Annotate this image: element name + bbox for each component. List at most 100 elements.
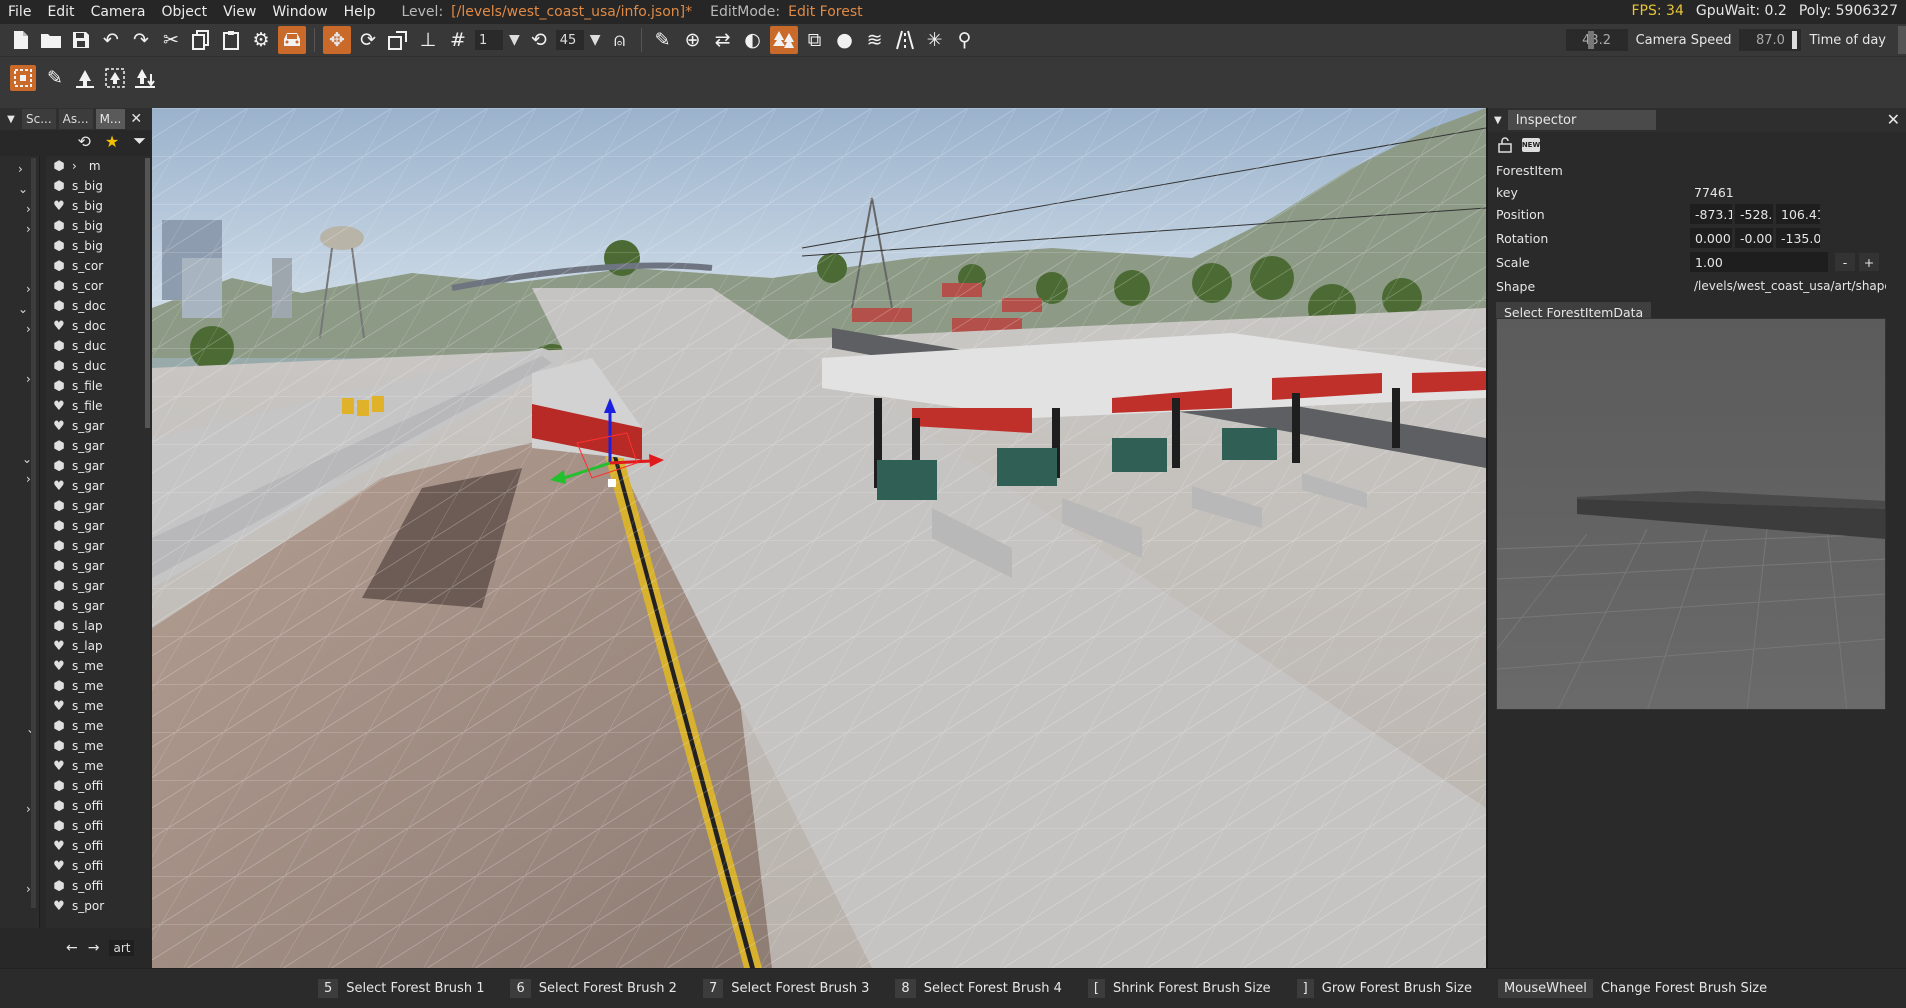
paste-icon[interactable] bbox=[216, 25, 246, 55]
copy-icon[interactable] bbox=[186, 25, 216, 55]
open-folder-icon[interactable] bbox=[36, 25, 66, 55]
list-item[interactable]: ⬢ s_cor bbox=[46, 276, 150, 296]
decal-icon[interactable]: ● bbox=[830, 25, 860, 55]
tab-assets[interactable]: As... bbox=[58, 109, 93, 129]
list-item[interactable]: ⬢ s_gar bbox=[46, 576, 150, 596]
list-item[interactable]: ♥ s_offi bbox=[46, 836, 150, 856]
scale-field[interactable]: 1.00 bbox=[1690, 252, 1828, 272]
rotation-snap-dropdown-icon[interactable]: ▼ bbox=[590, 32, 601, 48]
road-edit-icon[interactable]: ⇄ bbox=[708, 25, 738, 55]
redo-icon[interactable]: ↷ bbox=[126, 25, 156, 55]
cut-icon[interactable]: ✂ bbox=[156, 25, 186, 55]
position-y-field[interactable]: -528.2 bbox=[1735, 204, 1773, 224]
rotate-gizmo-icon[interactable]: ⟳ bbox=[353, 25, 383, 55]
list-item[interactable]: ♥ s_doc bbox=[46, 316, 150, 336]
list-item[interactable]: ♥ s_por bbox=[46, 896, 150, 916]
list-item[interactable]: ♥ s_gar bbox=[46, 416, 150, 436]
new-file-icon[interactable] bbox=[6, 25, 36, 55]
list-item[interactable]: ♥ s_me bbox=[46, 696, 150, 716]
list-item[interactable]: ♥ s_file bbox=[46, 396, 150, 416]
scale-decrement-button[interactable]: - bbox=[1835, 253, 1855, 271]
collapse-arrow-icon[interactable]: ⌄ bbox=[18, 302, 28, 316]
grid-snap-icon[interactable]: # bbox=[443, 25, 473, 55]
rotation-snap-value[interactable]: 45 bbox=[555, 30, 584, 50]
history-icon[interactable]: ⟲ bbox=[77, 132, 90, 151]
list-scrollbar[interactable] bbox=[145, 158, 150, 428]
paint-brush-icon[interactable]: ✎ bbox=[40, 63, 70, 93]
list-item[interactable]: ⬢ s_gar bbox=[46, 436, 150, 456]
world-local-axis-icon[interactable]: ⊥ bbox=[413, 25, 443, 55]
river-icon[interactable]: ≋ bbox=[860, 25, 890, 55]
align-to-ground-icon[interactable] bbox=[130, 63, 160, 93]
vehicle-icon[interactable] bbox=[278, 26, 306, 54]
grid-snap-dropdown-icon[interactable]: ▼ bbox=[509, 32, 520, 48]
list-item[interactable]: ⬢ s_big bbox=[46, 236, 150, 256]
list-item[interactable]: ⬢ s_gar bbox=[46, 536, 150, 556]
list-item[interactable]: ⬢ s_doc bbox=[46, 296, 150, 316]
tab-meshes[interactable]: M... bbox=[95, 109, 126, 129]
list-item[interactable]: ⬢ s_offi bbox=[46, 816, 150, 836]
erase-tree-icon[interactable] bbox=[70, 63, 100, 93]
bicycle-icon[interactable]: ⚲ bbox=[950, 25, 980, 55]
scale-gizmo-icon[interactable] bbox=[383, 25, 413, 55]
collapse-arrow-icon[interactable]: ⌄ bbox=[18, 182, 28, 196]
lock-icon[interactable] bbox=[1496, 136, 1514, 154]
expand-arrow-icon[interactable]: › bbox=[18, 162, 23, 176]
grid-snap-value[interactable]: 1 bbox=[475, 30, 503, 50]
time-of-day-slider[interactable]: 87.0 bbox=[1739, 29, 1802, 51]
list-item[interactable]: ♥ s_big bbox=[46, 196, 150, 216]
list-item[interactable]: ♥ s_me bbox=[46, 656, 150, 676]
list-item[interactable]: ⬢ s_offi bbox=[46, 876, 150, 896]
save-icon[interactable] bbox=[66, 25, 96, 55]
position-z-field[interactable]: 106.41 bbox=[1776, 204, 1820, 224]
list-item[interactable]: ⬢ s_file bbox=[46, 376, 150, 396]
list-item[interactable]: ⬢ s_me bbox=[46, 736, 150, 756]
menu-edit[interactable]: Edit bbox=[39, 4, 82, 20]
list-item[interactable]: ⬢ s_gar bbox=[46, 556, 150, 576]
panel-menu-chevron-icon[interactable]: ▼ bbox=[0, 114, 22, 125]
pencil-edit-icon[interactable]: ✎ bbox=[648, 25, 678, 55]
list-item[interactable]: ⬢ s_gar bbox=[46, 456, 150, 476]
layers-icon[interactable]: ⧉ bbox=[800, 25, 830, 55]
list-item[interactable]: ⬢ s_offi bbox=[46, 776, 150, 796]
list-item[interactable]: ⬢ s_gar bbox=[46, 516, 150, 536]
path-search-input[interactable]: art bbox=[109, 940, 135, 956]
list-item[interactable]: ⬢ s_cor bbox=[46, 256, 150, 276]
add-object-icon[interactable]: ⊕ bbox=[678, 25, 708, 55]
close-icon[interactable]: ✕ bbox=[130, 111, 142, 127]
position-x-field[interactable]: -873.1 bbox=[1690, 204, 1732, 224]
terrain-paint-icon[interactable]: ◐ bbox=[738, 25, 768, 55]
list-item[interactable]: ♥ s_lap bbox=[46, 636, 150, 656]
tab-scene[interactable]: Sc... bbox=[22, 109, 56, 129]
menu-camera[interactable]: Camera bbox=[83, 4, 154, 20]
list-item[interactable]: ⬢ s_duc bbox=[46, 356, 150, 376]
rotation-x-field[interactable]: 0.000 bbox=[1690, 228, 1732, 248]
environment-icon[interactable]: ✳ bbox=[920, 25, 950, 55]
settings-gear-icon[interactable]: ⚙ bbox=[246, 25, 276, 55]
menu-file[interactable]: File bbox=[0, 4, 39, 20]
list-item[interactable]: ⬢ s_gar bbox=[46, 496, 150, 516]
panel-menu-chevron-icon[interactable]: ▼ bbox=[1494, 115, 1502, 126]
close-icon[interactable]: ✕ bbox=[1887, 110, 1900, 129]
expand-arrow-icon[interactable]: › bbox=[72, 159, 77, 173]
select-tool-icon[interactable] bbox=[10, 65, 36, 91]
list-item[interactable]: ⬢ s_offi bbox=[46, 796, 150, 816]
rotation-z-field[interactable]: -135.0 bbox=[1776, 228, 1820, 248]
list-item[interactable]: ⬢ s_gar bbox=[46, 596, 150, 616]
tree-scrollbar[interactable] bbox=[31, 158, 36, 908]
scale-increment-button[interactable]: + bbox=[1859, 253, 1879, 271]
list-item[interactable]: ⬢ s_me bbox=[46, 716, 150, 736]
list-item[interactable]: ⬢ s_big bbox=[46, 176, 150, 196]
shape-path-value[interactable]: /levels/west_coast_usa/art/shapes, bbox=[1690, 279, 1886, 293]
road-icon[interactable] bbox=[890, 25, 920, 55]
list-item[interactable]: ♥ s_me bbox=[46, 756, 150, 776]
camera-speed-slider[interactable]: 43.2 bbox=[1565, 29, 1628, 51]
list-item[interactable]: ♥ s_gar bbox=[46, 476, 150, 496]
menu-object[interactable]: Object bbox=[154, 4, 216, 20]
new-inspector-button[interactable]: NEW bbox=[1522, 138, 1540, 152]
forest-edit-icon[interactable] bbox=[769, 26, 798, 54]
list-item[interactable]: ⬢ › m bbox=[46, 156, 150, 176]
erase-selected-icon[interactable] bbox=[100, 63, 130, 93]
menu-view[interactable]: View bbox=[215, 4, 264, 20]
list-item[interactable]: ⬢ s_duc bbox=[46, 336, 150, 356]
